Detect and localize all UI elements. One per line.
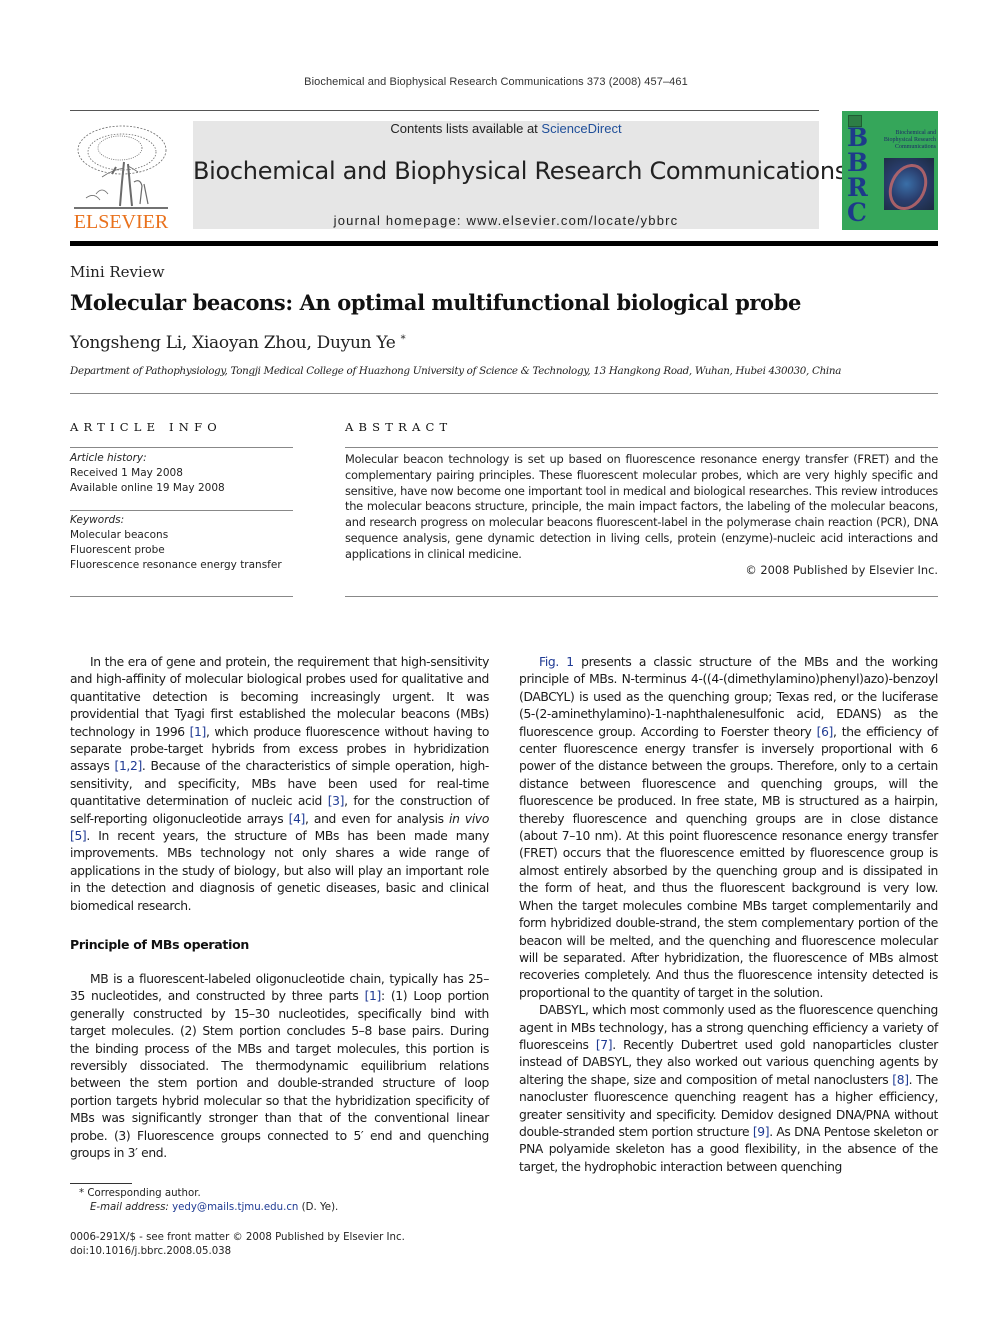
intro-paragraph: In the era of gene and protein, the requ… (70, 655, 489, 913)
abstract-rule (345, 447, 938, 448)
journal-title: Biochemical and Biophysical Research Com… (193, 157, 847, 185)
article-history-label: Article history: (70, 452, 147, 464)
article-history-rule (70, 510, 293, 511)
elsevier-tree-icon (74, 125, 168, 209)
section-heading: Principle of MBs operation (70, 937, 249, 952)
article-info-heading: ARTICLE INFO (70, 420, 222, 434)
citation-link[interactable]: [1] (365, 989, 382, 1003)
author-list: Yongsheng Li, Xiaoyan Zhou, Duyun Ye * (70, 333, 406, 353)
abstract-heading: ABSTRACT (345, 420, 453, 434)
cover-letter: B (847, 123, 869, 152)
footnote-marker: * (79, 1188, 85, 1199)
email-suffix: (D. Ye). (298, 1202, 339, 1213)
citation-link[interactable]: [1] (190, 725, 207, 739)
keyword: Fluorescent probe (70, 544, 165, 556)
dabsyl-paragraph: DABSYL, which most commonly used as the … (519, 1003, 938, 1174)
corresponding-author-note: * Corresponding author. (70, 1187, 489, 1201)
journal-cover[interactable]: B B R C Biochemical and Biophysical Rese… (842, 111, 938, 230)
keywords-rule (70, 596, 293, 597)
principle-section: MB is a fluorescent-labeled oligonucleot… (70, 971, 489, 1162)
contents-line: Contents lists available at ScienceDirec… (193, 121, 819, 136)
journal-banner: Contents lists available at ScienceDirec… (193, 121, 847, 229)
article-history: Article history: Received 1 May 2008 Ava… (70, 451, 293, 496)
abstract-bottom-rule (345, 596, 938, 597)
affiliation: Department of Pathophysiology, Tongji Me… (70, 365, 842, 377)
citation-link[interactable]: [8] (892, 1073, 909, 1087)
corresponding-author-label: Corresponding author. (87, 1188, 201, 1199)
email-label: E-mail address: (90, 1202, 169, 1213)
citation-link[interactable]: [3] (328, 794, 345, 808)
keyword: Fluorescence resonance energy transfer (70, 559, 282, 571)
header-rule (70, 110, 819, 111)
article-type: Mini Review (70, 263, 165, 281)
citation-link[interactable]: [1,2] (115, 759, 143, 773)
email-line: E-mail address: yedy@mails.tjmu.edu.cn (… (70, 1201, 489, 1215)
authors: Yongsheng Li, Xiaoyan Zhou, Duyun Ye (70, 333, 396, 353)
paper-title: Molecular beacons: An optimal multifunct… (70, 290, 801, 315)
citation-link[interactable]: [9] (753, 1125, 770, 1139)
body-left-column: In the era of gene and protein, the requ… (70, 654, 489, 915)
citation-link[interactable]: [7] (596, 1038, 613, 1052)
title-rule (70, 393, 938, 394)
keywords-label: Keywords: (70, 514, 125, 526)
abstract-copyright: © 2008 Published by Elsevier Inc. (745, 563, 938, 577)
issn-line: 0006-291X/$ - see front matter © 2008 Pu… (70, 1232, 405, 1243)
abstract-text: Molecular beacon technology is set up ba… (345, 452, 938, 561)
footnotes: * Corresponding author. E-mail address: … (70, 1187, 489, 1215)
publication-info: 0006-291X/$ - see front matter © 2008 Pu… (70, 1231, 489, 1259)
body-right-column: Fig. 1 presents a classic structure of t… (519, 654, 938, 1176)
header-thick-rule (70, 241, 938, 246)
keyword: Molecular beacons (70, 529, 169, 541)
citation-link[interactable]: Fig. 1 (539, 655, 574, 669)
journal-homepage[interactable]: journal homepage: www.elsevier.com/locat… (193, 213, 819, 228)
available-online-date: Available online 19 May 2008 (70, 482, 225, 494)
cover-acronym: B B R C (847, 125, 877, 225)
received-date: Received 1 May 2008 (70, 467, 183, 479)
fig1-paragraph: Fig. 1 presents a classic structure of t… (519, 655, 939, 1000)
article-info-rule (70, 447, 293, 448)
citation-link[interactable]: [4] (289, 812, 306, 826)
elsevier-wordmark: ELSEVIER (73, 211, 169, 233)
email-link[interactable]: yedy@mails.tjmu.edu.cn (172, 1202, 298, 1213)
cover-letter: B (847, 148, 869, 177)
cover-title: Biochemical and Biophysical Research Com… (883, 130, 936, 150)
running-head: Biochemical and Biophysical Research Com… (304, 76, 688, 88)
contents-prefix: Contents lists available at (390, 121, 542, 136)
keywords-block: Keywords: Molecular beacons Fluorescent … (70, 513, 293, 573)
cover-letter: R (847, 173, 868, 202)
citation-link[interactable]: [6] (817, 725, 834, 739)
doi[interactable]: doi:10.1016/j.bbrc.2008.05.038 (70, 1245, 489, 1259)
elsevier-logo[interactable]: ELSEVIER (70, 118, 172, 233)
citation-link[interactable]: [5] (70, 829, 87, 843)
italic-text: in vivo (449, 811, 489, 826)
sciencedirect-link[interactable]: ScienceDirect (541, 121, 621, 136)
principle-paragraph: MB is a fluorescent-labeled oligonucleot… (70, 972, 489, 1161)
corresponding-author-marker[interactable]: * (401, 334, 406, 345)
footnote-rule (70, 1183, 132, 1184)
cover-letter: C (847, 198, 867, 227)
